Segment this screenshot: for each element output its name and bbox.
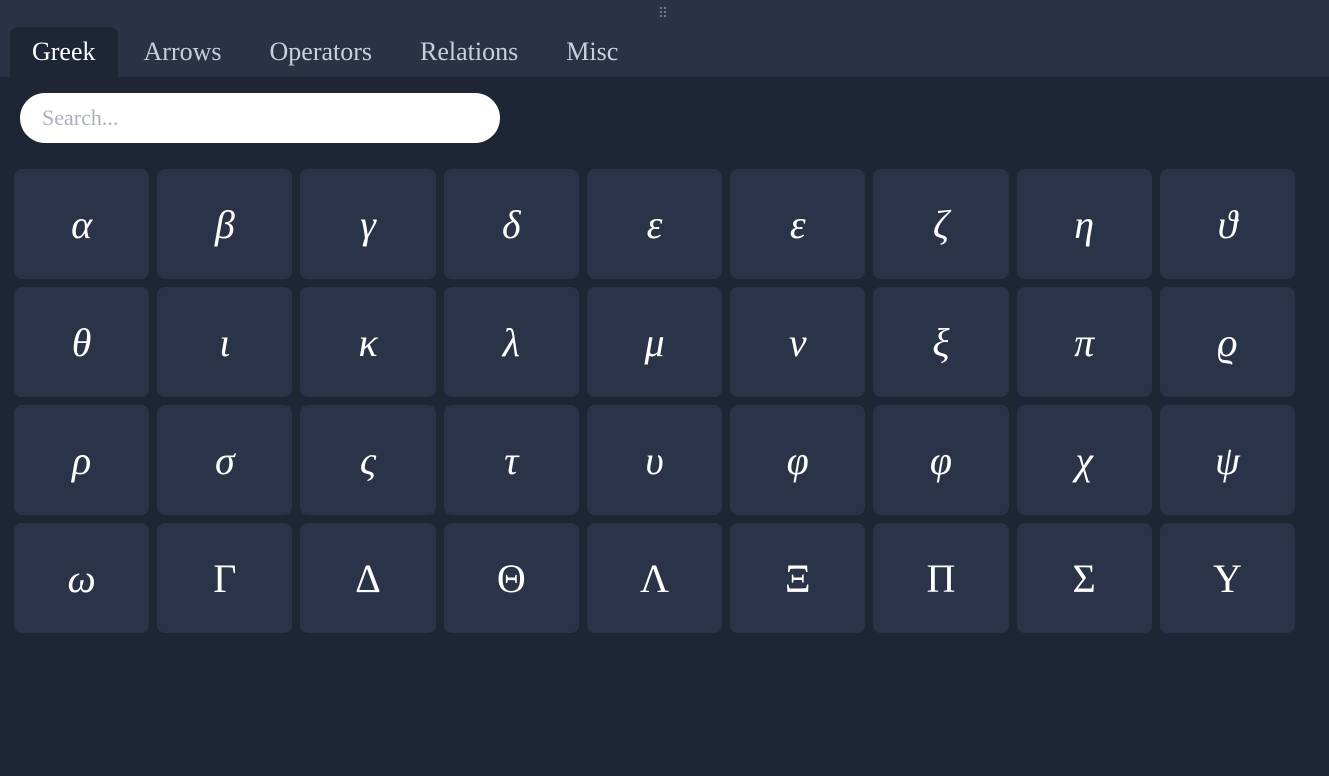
symbol-btn-chi[interactable]: χ xyxy=(1017,405,1152,515)
symbol-btn-Lambda[interactable]: Λ xyxy=(587,523,722,633)
symbol-btn-psi[interactable]: ψ xyxy=(1160,405,1295,515)
symbol-btn-lambda[interactable]: λ xyxy=(444,287,579,397)
symbol-btn-tau[interactable]: τ xyxy=(444,405,579,515)
symbol-btn-upsilon[interactable]: υ xyxy=(587,405,722,515)
symbol-btn-Delta[interactable]: Δ xyxy=(300,523,435,633)
symbol-btn-varrho[interactable]: ϱ xyxy=(1160,287,1295,397)
symbol-btn-Xi[interactable]: Ξ xyxy=(730,523,865,633)
search-bar xyxy=(0,77,1329,159)
tab-arrows[interactable]: Arrows xyxy=(122,27,244,77)
symbol-btn-Upsilon[interactable]: Υ xyxy=(1160,523,1295,633)
symbol-btn-pi[interactable]: π xyxy=(1017,287,1152,397)
symbol-btn-kappa[interactable]: κ xyxy=(300,287,435,397)
symbol-btn-delta[interactable]: δ xyxy=(444,169,579,279)
symbol-btn-sigma[interactable]: σ xyxy=(157,405,292,515)
tab-bar: GreekArrowsOperatorsRelationsMisc xyxy=(0,27,1329,77)
symbol-btn-varsigma[interactable]: ς xyxy=(300,405,435,515)
symbol-btn-nu[interactable]: ν xyxy=(730,287,865,397)
symbol-btn-Gamma[interactable]: Γ xyxy=(157,523,292,633)
symbol-btn-vartheta[interactable]: ϑ xyxy=(1160,169,1295,279)
symbol-btn-omega[interactable]: ω xyxy=(14,523,149,633)
symbol-btn-epsilon[interactable]: ε xyxy=(730,169,865,279)
symbol-btn-iota[interactable]: ι xyxy=(157,287,292,397)
search-input[interactable] xyxy=(20,93,500,143)
tab-greek[interactable]: Greek xyxy=(10,27,118,77)
tab-relations[interactable]: Relations xyxy=(398,27,540,77)
symbols-area: αβγδεεζηϑθικλμνξπϱρσςτυφφχψωΓΔΘΛΞΠΣΥ xyxy=(0,159,1329,776)
symbol-btn-eta[interactable]: η xyxy=(1017,169,1152,279)
symbol-btn-mu[interactable]: μ xyxy=(587,287,722,397)
symbol-btn-Theta[interactable]: Θ xyxy=(444,523,579,633)
symbol-btn-Sigma[interactable]: Σ xyxy=(1017,523,1152,633)
symbol-btn-Pi[interactable]: Π xyxy=(873,523,1008,633)
symbol-btn-beta[interactable]: β xyxy=(157,169,292,279)
tab-misc[interactable]: Misc xyxy=(544,27,640,77)
symbol-btn-zeta[interactable]: ζ xyxy=(873,169,1008,279)
symbol-btn-varepsilon[interactable]: ε xyxy=(587,169,722,279)
drag-dots-icon: ⠿ xyxy=(658,6,671,23)
symbol-btn-alpha[interactable]: α xyxy=(14,169,149,279)
symbol-btn-theta[interactable]: θ xyxy=(14,287,149,397)
symbols-grid: αβγδεεζηϑθικλμνξπϱρσςτυφφχψωΓΔΘΛΞΠΣΥ xyxy=(14,169,1295,633)
symbol-btn-phi[interactable]: φ xyxy=(730,405,865,515)
symbol-btn-xi[interactable]: ξ xyxy=(873,287,1008,397)
symbol-btn-varphi[interactable]: φ xyxy=(873,405,1008,515)
symbol-btn-gamma[interactable]: γ xyxy=(300,169,435,279)
symbol-btn-rho[interactable]: ρ xyxy=(14,405,149,515)
drag-handle[interactable]: ⠿ xyxy=(0,0,1329,27)
tab-operators[interactable]: Operators xyxy=(248,27,395,77)
